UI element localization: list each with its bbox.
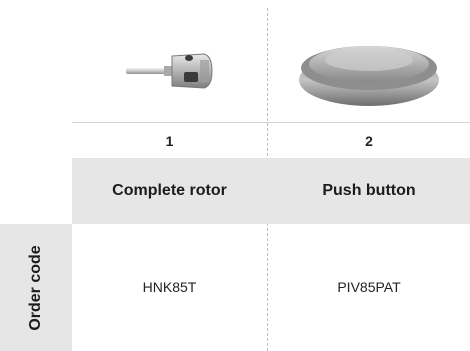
- product-2-image-cell: [268, 20, 470, 122]
- product-1-image-cell: [72, 20, 266, 122]
- order-code-label: Order code: [27, 245, 44, 331]
- product-1-order-code: HNK85T: [142, 279, 197, 295]
- parts-table: 1 2 Complete rotor Push button Order cod…: [0, 0, 470, 351]
- name-header-row: Complete rotor Push button: [72, 158, 470, 224]
- product-1-number: 1: [165, 133, 174, 149]
- product-1-name: Complete rotor: [112, 182, 227, 199]
- product-2-order-code: PIV85PAT: [337, 279, 401, 295]
- push-button-image: [299, 46, 439, 106]
- product-2-name: Push button: [322, 182, 416, 199]
- product-2-number: 2: [365, 133, 373, 149]
- rotor-image: [126, 53, 213, 89]
- order-code-label-cell: Order code: [0, 224, 72, 351]
- number-row: 1 2: [72, 122, 470, 158]
